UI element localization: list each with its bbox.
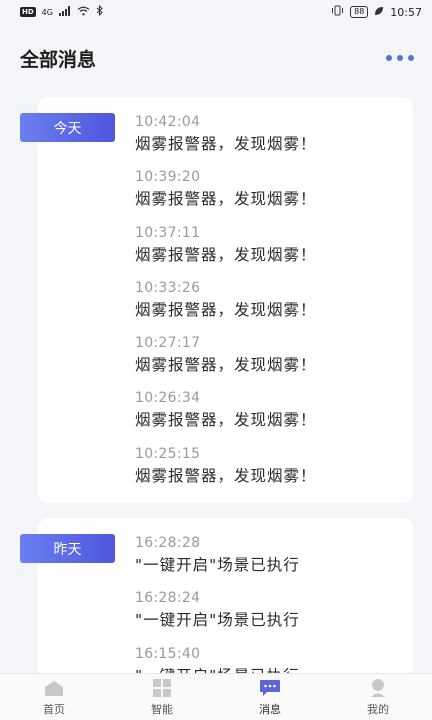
message-text: 烟雾报警器，发现烟雾！ (135, 466, 317, 485)
day-badge: 今天 (20, 113, 115, 142)
leaf-icon (374, 6, 384, 19)
home-icon (43, 678, 65, 698)
battery-level: 88 (350, 6, 369, 18)
message-item[interactable]: 16:28:28 "一键开启"场景已执行 (135, 533, 300, 588)
message-icon (259, 678, 281, 698)
bluetooth-icon (96, 4, 103, 19)
message-time: 10:25:15 (135, 445, 201, 462)
message-text: 烟雾报警器，发现烟雾！ (135, 190, 317, 209)
clock-time: 10:57 (390, 5, 422, 19)
message-text: 烟雾报警器，发现烟雾！ (135, 135, 317, 153)
hd-badge: HD (20, 7, 36, 17)
status-left: HD 4G (20, 4, 103, 19)
message-item[interactable]: 10:27:17 烟雾报警器，发现烟雾！ (135, 333, 317, 388)
nav-label: 消息 (259, 702, 281, 716)
message-text: 烟雾报警器，发现烟雾！ (135, 300, 317, 319)
message-text: 烟雾报警器，发现烟雾！ (135, 245, 317, 264)
user-icon (367, 678, 389, 698)
nav-label: 我的 (367, 702, 389, 716)
message-time: 10:33:26 (135, 279, 201, 296)
message-item[interactable]: 10:25:15 烟雾报警器，发现烟雾！ (135, 444, 317, 499)
nav-item-messages[interactable]: 消息 (216, 674, 324, 720)
message-item[interactable]: 10:33:26 烟雾报警器，发现烟雾！ (135, 278, 317, 333)
day-badge: 昨天 (20, 534, 115, 563)
message-time: 10:42:04 (135, 114, 201, 130)
message-list: 10:42:04 烟雾报警器，发现烟雾！ 10:39:20 烟雾报警器，发现烟雾… (135, 112, 317, 499)
status-right: 88 10:57 (331, 5, 422, 19)
message-text: "一键开启"场景已执行 (135, 611, 300, 630)
dot-icon (408, 55, 414, 61)
message-time: 16:15:40 (135, 645, 201, 662)
nav-label: 智能 (151, 702, 173, 716)
network-type: 4G (41, 7, 53, 17)
page-header: 全部消息 (0, 40, 432, 76)
vibrate-icon (331, 5, 344, 19)
signal-icon (58, 5, 71, 19)
message-item[interactable]: 10:37:11 烟雾报警器，发现烟雾！ (135, 223, 317, 278)
message-text: 烟雾报警器，发现烟雾！ (135, 356, 317, 375)
message-time: 16:28:28 (135, 535, 201, 551)
status-bar: HD 4G 88 10:57 (0, 0, 432, 24)
more-options-button[interactable] (386, 49, 414, 67)
message-time: 16:28:24 (135, 590, 201, 607)
message-item[interactable]: 16:28:24 "一键开启"场景已执行 (135, 588, 300, 643)
message-text: "一键开启"场景已执行 (135, 556, 300, 574)
nav-item-profile[interactable]: 我的 (324, 674, 432, 720)
message-time: 10:37:11 (135, 224, 201, 241)
message-time: 10:26:34 (135, 390, 201, 407)
wifi-icon (77, 6, 90, 19)
dot-icon (386, 55, 392, 61)
grid-icon (151, 678, 173, 698)
message-item[interactable]: 10:39:20 烟雾报警器，发现烟雾！ (135, 167, 317, 222)
dot-icon (397, 55, 403, 61)
nav-item-home[interactable]: 首页 (0, 674, 108, 720)
nav-item-smart[interactable]: 智能 (108, 674, 216, 720)
message-item[interactable]: 10:42:04 烟雾报警器，发现烟雾！ (135, 112, 317, 167)
nav-label: 首页 (43, 702, 65, 716)
page-title: 全部消息 (20, 48, 97, 71)
message-time: 10:27:17 (135, 335, 201, 352)
message-item[interactable]: 10:26:34 烟雾报警器，发现烟雾！ (135, 388, 317, 443)
bottom-nav: 首页 智能 消息 我的 (0, 673, 432, 720)
message-time: 10:39:20 (135, 169, 201, 186)
message-text: 烟雾报警器，发现烟雾！ (135, 411, 317, 430)
